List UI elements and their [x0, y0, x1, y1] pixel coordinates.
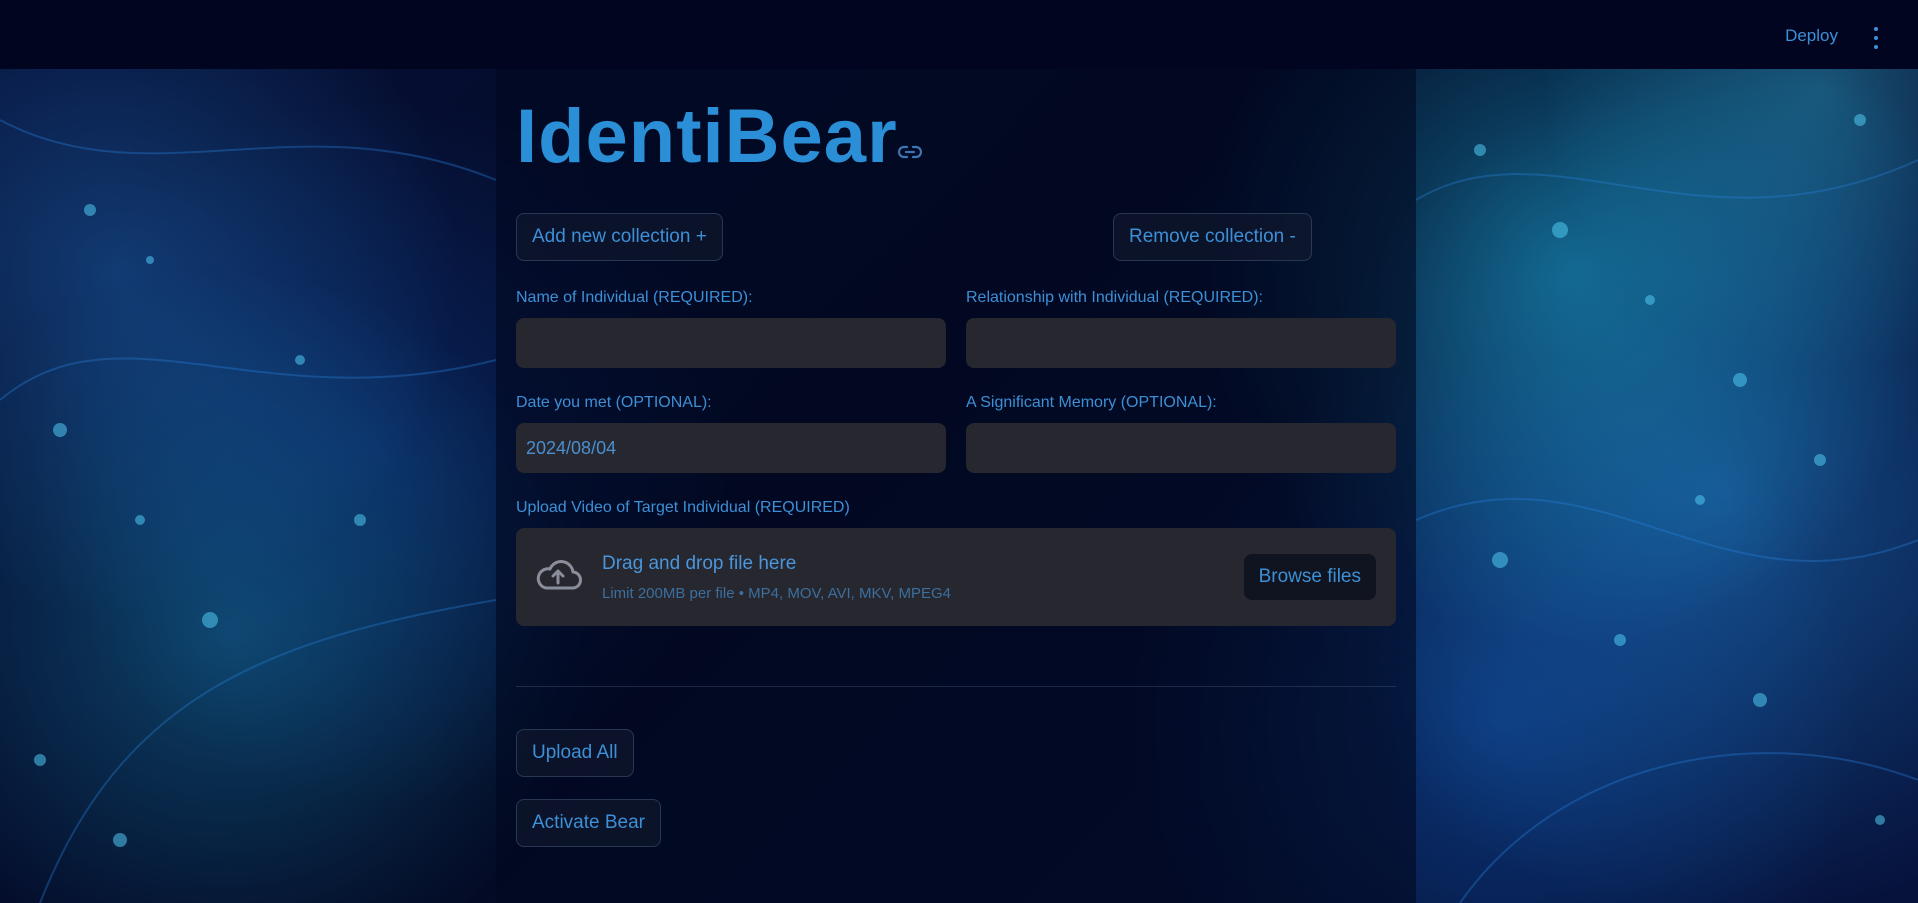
cloud-upload-icon [536, 560, 582, 590]
name-label: Name of Individual (REQUIRED): [516, 289, 753, 306]
add-collection-button[interactable]: Add new collection + [516, 213, 723, 261]
browse-files-button[interactable]: Browse files [1243, 554, 1376, 600]
dropzone-title: Drag and drop file here [602, 553, 797, 574]
activate-bear-button[interactable]: Activate Bear [516, 799, 661, 847]
date-label: Date you met (OPTIONAL): [516, 394, 712, 411]
main-panel: IdentiBear Add new collection + Remove c… [496, 69, 1416, 903]
upload-all-button[interactable]: Upload All [516, 729, 634, 777]
memory-input[interactable] [966, 423, 1396, 473]
memory-label: A Significant Memory (OPTIONAL): [966, 394, 1217, 411]
relationship-label: Relationship with Individual (REQUIRED): [966, 289, 1263, 306]
top-bar: Deploy [0, 0, 1918, 69]
remove-collection-button[interactable]: Remove collection - [1113, 213, 1312, 261]
deploy-button[interactable]: Deploy [1785, 26, 1838, 46]
divider [516, 686, 1396, 687]
link-icon[interactable] [898, 144, 922, 160]
dropzone-limits: Limit 200MB per file • MP4, MOV, AVI, MK… [602, 585, 951, 602]
name-input[interactable] [516, 318, 946, 368]
page-title: IdentiBear [516, 94, 898, 179]
kebab-menu-icon[interactable] [1872, 27, 1880, 49]
relationship-input[interactable] [966, 318, 1396, 368]
date-input[interactable]: 2024/08/04 [516, 423, 946, 473]
file-dropzone[interactable]: Drag and drop file here Limit 200MB per … [516, 528, 1396, 626]
upload-label: Upload Video of Target Individual (REQUI… [516, 499, 850, 516]
